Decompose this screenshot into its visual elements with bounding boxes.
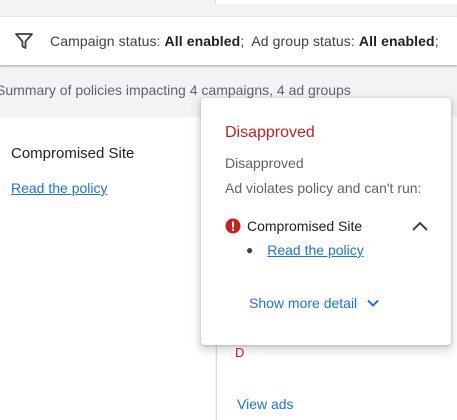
- filter-value: All enabled: [164, 33, 241, 49]
- popup-description: Ad violates policy and can't run:: [225, 180, 422, 196]
- filter-bar: Campaign status: All enabled; Ad group s…: [0, 17, 457, 65]
- filter-icon[interactable]: [14, 31, 34, 51]
- policy-card-title: Compromised Site: [11, 145, 135, 162]
- popup-status: Disapproved: [225, 155, 304, 171]
- filter-chip-campaign-status[interactable]: Campaign status: All enabled;: [50, 33, 251, 49]
- policy-summary: Summary of policies impacting 4 campaign…: [0, 82, 351, 98]
- filter-label: Ad group status:: [251, 33, 355, 49]
- view-ads-link[interactable]: View ads: [237, 396, 294, 412]
- policy-name: Compromised Site: [247, 218, 363, 234]
- filter-value: All enabled: [358, 33, 435, 49]
- chevron-up-icon[interactable]: [411, 218, 429, 234]
- policy-status-popup: Disapproved Disapproved Ad violates poli…: [201, 98, 451, 345]
- top-card-corner: [215, 0, 457, 4]
- chevron-down-icon: [366, 296, 380, 310]
- show-more-detail-button[interactable]: Show more detail: [249, 295, 380, 311]
- policy-row[interactable]: Compromised Site: [225, 216, 429, 236]
- bullet-icon: ●: [246, 243, 254, 257]
- policy-card: Compromised Site Read the policy: [0, 117, 215, 420]
- filter-label: Campaign status:: [50, 33, 161, 49]
- policy-detail-item: ● Read the policy: [246, 242, 364, 258]
- show-more-label: Show more detail: [249, 295, 358, 311]
- popup-title: Disapproved: [225, 124, 315, 141]
- read-policy-link[interactable]: Read the policy: [267, 242, 364, 258]
- read-policy-link[interactable]: Read the policy: [11, 180, 108, 196]
- error-icon: [225, 218, 241, 234]
- filter-chip-ad-group-status[interactable]: Ad group status: All enabled;: [251, 33, 445, 49]
- status-fragment: D: [235, 345, 245, 360]
